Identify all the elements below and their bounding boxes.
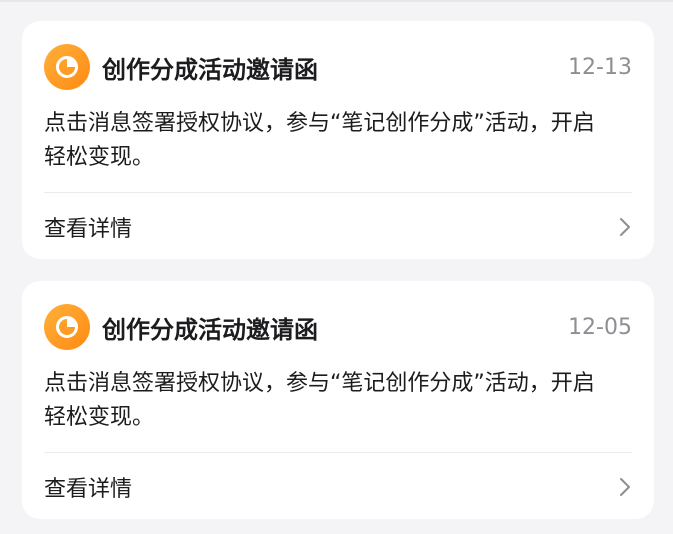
view-details-row[interactable]: 查看详情 xyxy=(44,207,632,247)
view-details-label: 查看详情 xyxy=(44,477,133,502)
message-card[interactable]: 创作分成活动邀请函 12-13 点击消息签署授权协议，参与“笔记创作分成”活动，… xyxy=(22,21,654,259)
message-header: 创作分成活动邀请函 12-13 xyxy=(44,43,632,91)
message-date: 12-13 xyxy=(568,54,632,80)
card-divider xyxy=(44,452,632,453)
top-divider xyxy=(0,0,673,2)
message-date: 12-05 xyxy=(568,314,632,340)
message-title: 创作分成活动邀请函 xyxy=(102,315,318,344)
message-title: 创作分成活动邀请函 xyxy=(102,55,318,84)
chevron-right-icon xyxy=(618,476,632,498)
message-body: 点击消息签署授权协议，参与“笔记创作分成”活动，开启轻松变现。 xyxy=(44,371,595,430)
message-card[interactable]: 创作分成活动邀请函 12-05 点击消息签署授权协议，参与“笔记创作分成”活动，… xyxy=(22,281,654,519)
card-divider xyxy=(44,192,632,193)
view-details-label: 查看详情 xyxy=(44,217,133,242)
message-body: 点击消息签署授权协议，参与“笔记创作分成”活动，开启轻松变现。 xyxy=(44,111,595,170)
pie-chart-icon xyxy=(44,44,90,90)
message-header: 创作分成活动邀请函 12-05 xyxy=(44,303,632,351)
view-details-row[interactable]: 查看详情 xyxy=(44,467,632,507)
chevron-right-icon xyxy=(618,216,632,238)
pie-chart-icon xyxy=(44,304,90,350)
